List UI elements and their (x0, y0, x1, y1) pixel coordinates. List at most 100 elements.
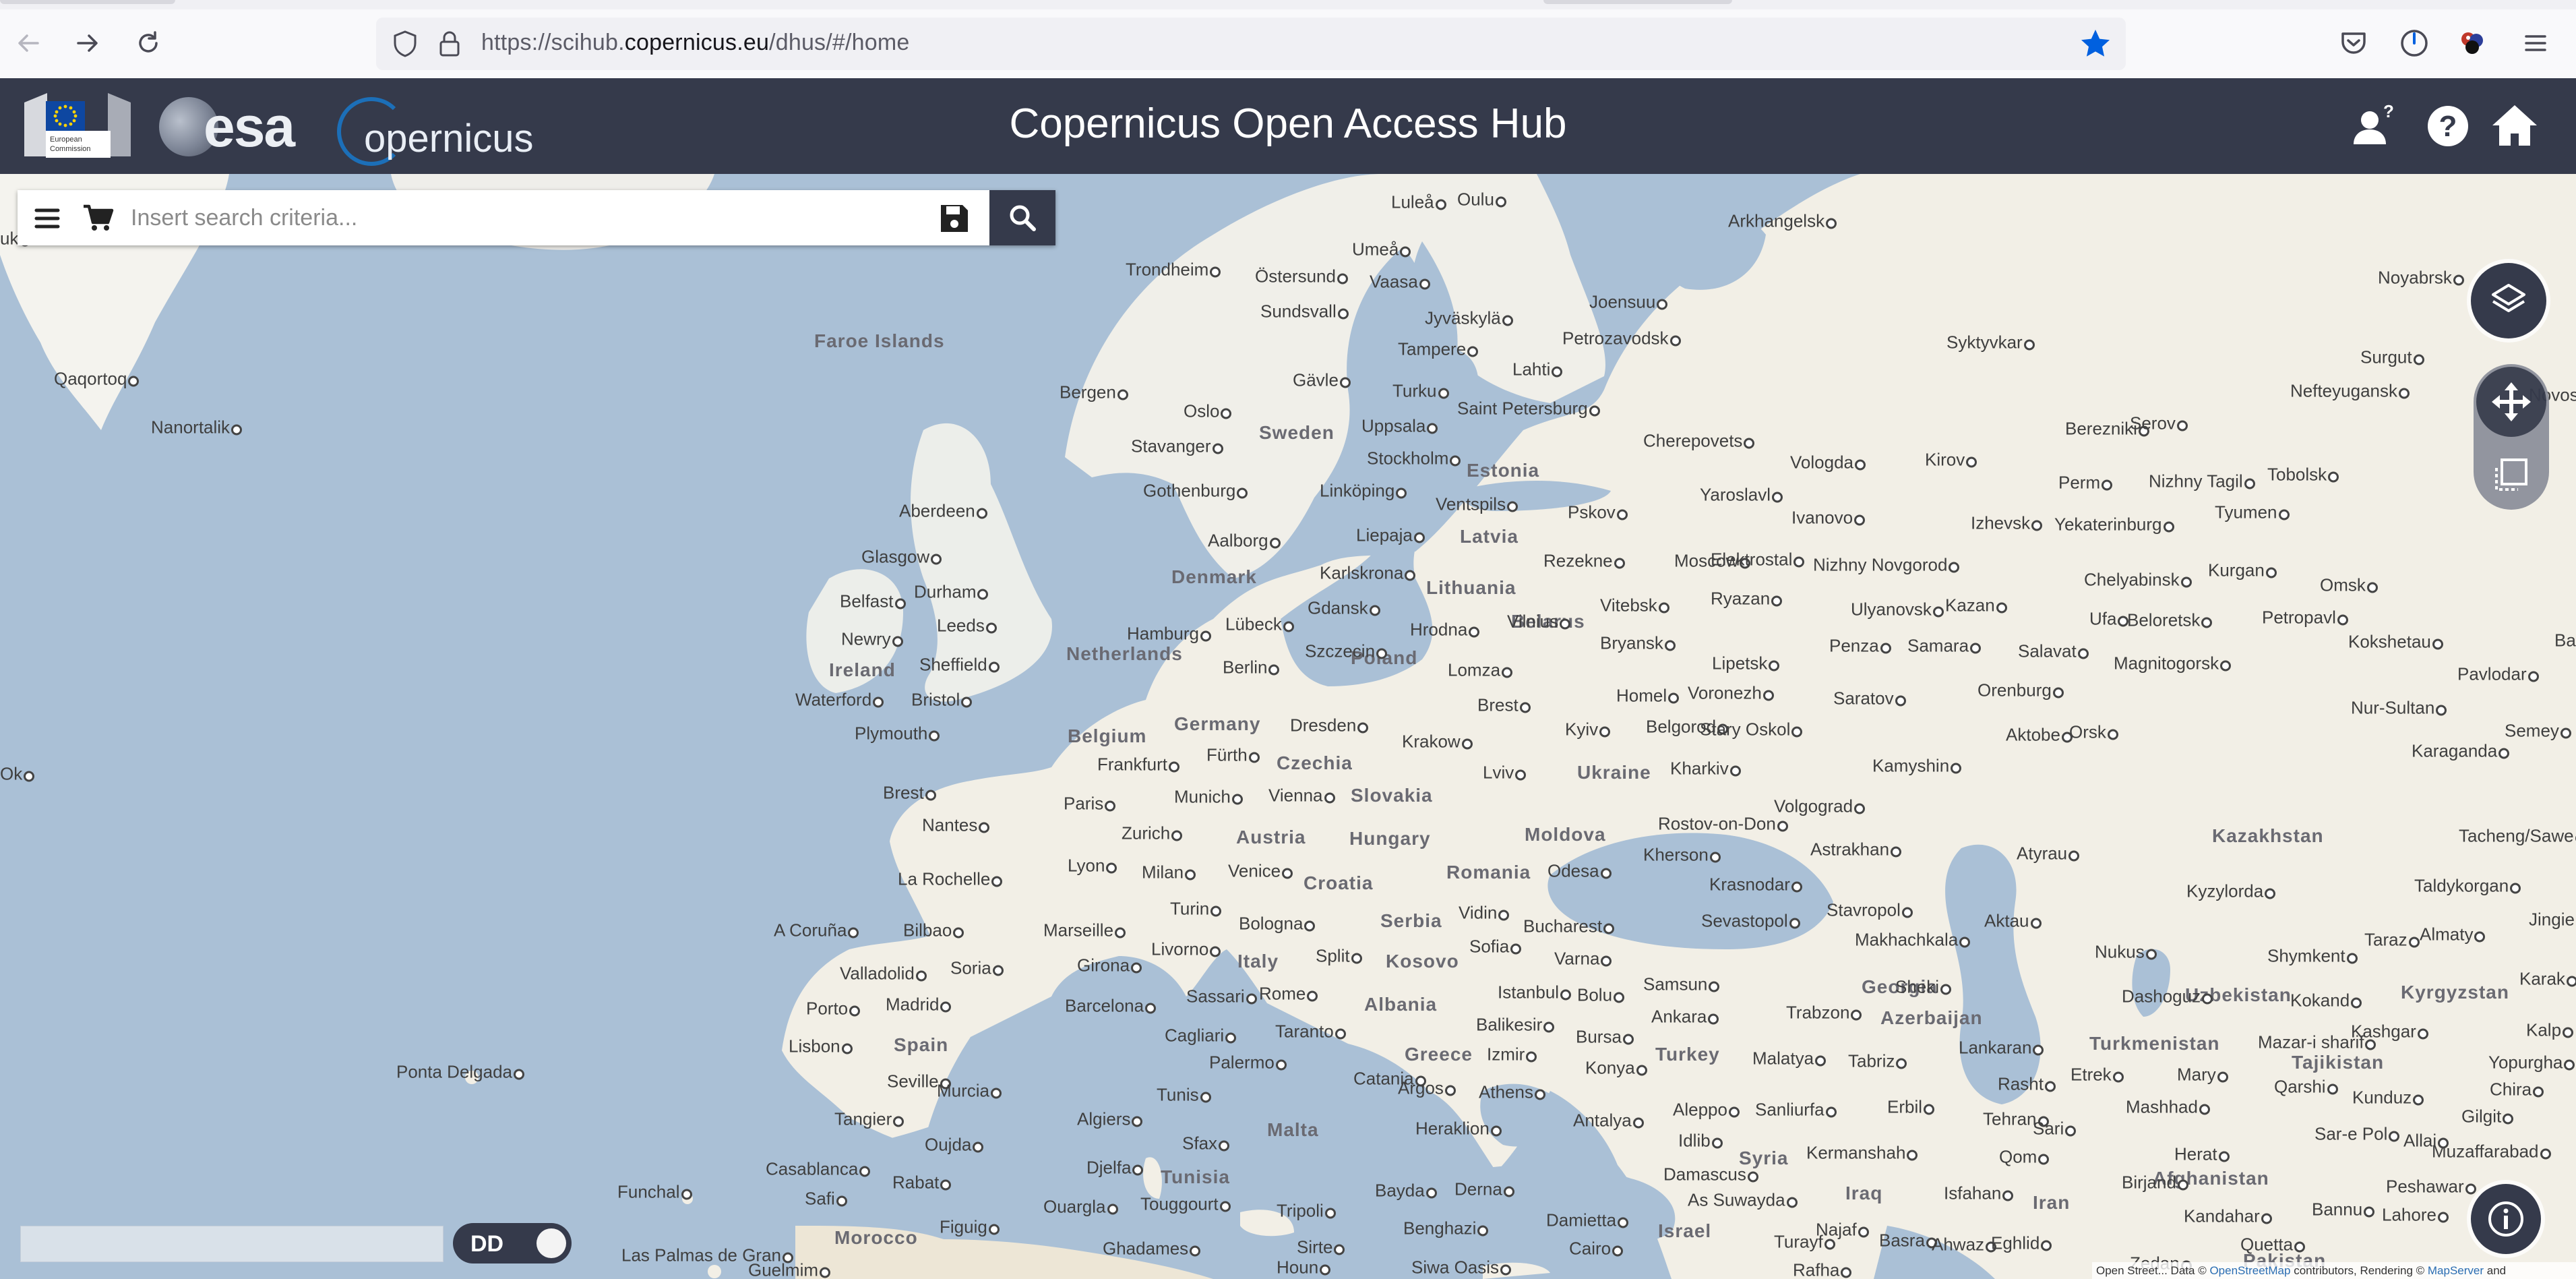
map-label-city: Sundsvall (1260, 301, 1349, 322)
map-label-country: Albania (1364, 994, 1438, 1015)
mapserver-link[interactable]: MapServer (2428, 1264, 2484, 1277)
shield-icon[interactable] (390, 28, 421, 59)
map-label-city: Chelyabinsk (2084, 569, 2192, 590)
map-label-city: Kandahar (2184, 1206, 2272, 1226)
tab-hint[interactable] (0, 0, 175, 4)
map-label-city: Linköping (1320, 480, 1407, 501)
map-label-city: Stary Oskol (1700, 719, 1803, 740)
map-label-city: Lahti (1512, 359, 1563, 380)
tab-hint[interactable] (1543, 0, 1732, 4)
user-login-icon[interactable]: ? (2347, 98, 2402, 154)
map-label-city: Hamburg (1127, 623, 1211, 644)
map-label-city: Hrodna (1410, 619, 1480, 640)
map-label-city: Rezekne (1543, 550, 1625, 571)
map-label-city: Barcelona (1065, 995, 1157, 1016)
map-label-city: Malatya (1752, 1048, 1827, 1069)
map-label-city: Chira (2490, 1079, 2544, 1100)
map-label-city: Kurgan (2208, 560, 2277, 581)
map-label-city: Sevastopol (1701, 910, 1800, 931)
map-label-city: Lomza (1448, 659, 1513, 680)
map-label-country: Morocco (834, 1227, 918, 1248)
pan-mode-button[interactable] (2476, 367, 2546, 437)
map-label-city: Algiers (1077, 1108, 1144, 1129)
back-button[interactable] (9, 24, 47, 62)
app-header: European Commission esa opernicus Copern… (0, 78, 2576, 174)
map-label-country: Czechia (1277, 752, 1353, 773)
map-label-city: Heraklion (1415, 1118, 1502, 1139)
info-icon (2488, 1201, 2523, 1237)
openstreetmap-link[interactable]: OpenStreetMap (2209, 1264, 2290, 1277)
map-label-city: Sofia (1469, 936, 1522, 957)
search-input[interactable] (129, 197, 941, 239)
map-label-city: Split (1316, 945, 1362, 966)
forward-arrow-icon (77, 34, 98, 52)
map-label-city: Vitebsk (1600, 595, 1669, 616)
map-label-city: Taranto (1275, 1021, 1346, 1042)
search-icon (1010, 205, 1036, 231)
map-label-city: Pskov (1568, 502, 1628, 523)
reload-button[interactable] (129, 24, 167, 62)
map-label-country: Kazakhstan (2212, 825, 2324, 846)
area-select-button[interactable] (2476, 440, 2546, 510)
map-label-country: Turkey (1655, 1044, 1720, 1065)
timer-extension-icon[interactable] (2395, 24, 2433, 62)
map-label-city: Balikesir (1476, 1014, 1555, 1035)
bookmark-star-icon[interactable] (2079, 27, 2112, 61)
map-label-city: Houn (1277, 1257, 1331, 1278)
map-label-city: Luleå (1391, 191, 1446, 212)
map-label-country: Hungary (1349, 828, 1431, 849)
map-label-city: Kazan (1945, 595, 2007, 616)
map-label-city: Ouargla (1043, 1196, 1117, 1217)
hamburger-menu-icon[interactable] (2517, 24, 2554, 62)
map-label-city: Astrakhan (1810, 839, 1902, 860)
map-label-city: Orsk (2069, 721, 2118, 742)
url-text[interactable]: https://scihub.copernicus.eu/dhus/#/home (481, 30, 910, 56)
layers-button[interactable] (2471, 263, 2546, 338)
map-label-city: Penza (1829, 635, 1891, 656)
map-label-city: Djelfa (1086, 1157, 1144, 1178)
map-label-city: Touggourt (1140, 1193, 1231, 1214)
pocket-icon[interactable] (2335, 24, 2372, 62)
layers-icon (2492, 284, 2525, 312)
forward-button[interactable] (69, 24, 106, 62)
map-view[interactable]: Faroe Islands Sweden Estonia Latvia Denm… (0, 174, 2576, 1279)
coordinate-format-toggle[interactable]: DD (453, 1223, 572, 1263)
map-label-city: Shymkent (2267, 945, 2358, 966)
map-label-country: Faroe Islands (814, 330, 945, 351)
map-label-city: uk (0, 228, 32, 249)
save-search-icon[interactable] (937, 201, 972, 236)
map-label-city: Semey (2505, 720, 2571, 741)
map-label-city: Lipetsk (1712, 653, 1780, 674)
map-label-city: Vidin (1459, 902, 1510, 923)
map-label-city: Kokshetau (2348, 631, 2443, 652)
map-label-city: Lviv (1483, 762, 1527, 783)
area-select-icon (2495, 458, 2527, 491)
map-label-city: Samara (1907, 635, 1982, 656)
map-label-city: Antalya (1573, 1110, 1644, 1131)
menu-icon[interactable] (32, 204, 62, 233)
attribution-text: Open Street... Data © (2096, 1264, 2210, 1277)
map-label-city: Athens (1479, 1081, 1545, 1102)
map-label-city: Bergen (1060, 382, 1128, 403)
cart-icon[interactable] (81, 202, 115, 233)
info-button[interactable] (2471, 1184, 2541, 1254)
home-icon[interactable] (2487, 98, 2542, 154)
color-extension-icon[interactable] (2453, 24, 2491, 62)
url-bar[interactable]: https://scihub.copernicus.eu/dhus/#/home (376, 18, 2126, 70)
map-label-city: Lisbon (789, 1036, 853, 1057)
map-label-city: Soria (950, 957, 1004, 978)
lock-icon[interactable] (434, 28, 465, 59)
map-label-city: Gdansk (1308, 597, 1380, 618)
map-label-city: Guelmim (748, 1260, 831, 1279)
map-label-city: Valladolid (840, 963, 927, 984)
map-label-country: Belgium (1068, 725, 1147, 746)
search-button[interactable] (989, 190, 1055, 245)
map-label-country: Kosovo (1386, 951, 1459, 972)
map-label-city: Vaasa (1370, 271, 1430, 292)
map-label-city: Mashhad (2126, 1096, 2210, 1117)
page-title: Copernicus Open Access Hub (1009, 100, 1567, 147)
map-label-city: Ponta Delgada (396, 1061, 525, 1082)
help-icon[interactable]: ? (2420, 98, 2476, 154)
map-label-city: Arkhangelsk (1728, 210, 1837, 231)
back-arrow-icon (18, 34, 39, 52)
